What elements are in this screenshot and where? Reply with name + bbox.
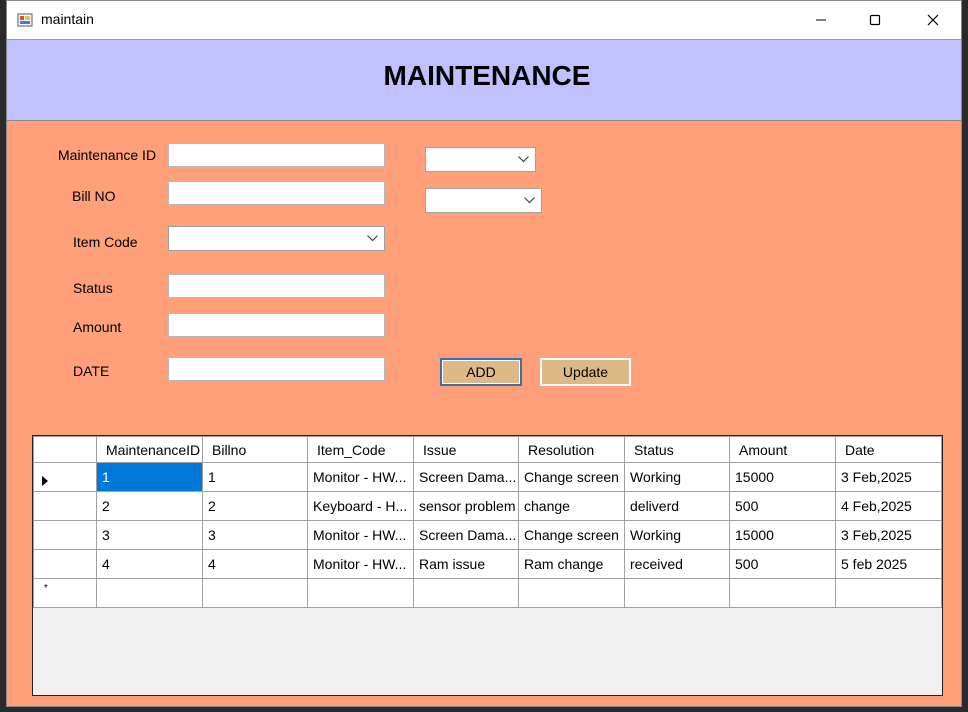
table-cell[interactable]: 15000 [729, 462, 836, 492]
table-cell[interactable]: 2 [96, 491, 203, 521]
column-header[interactable]: Billno [202, 436, 308, 463]
table-row[interactable]: 1 1 Monitor - HW... Screen Dama... Chang… [33, 462, 942, 492]
close-button[interactable] [910, 1, 956, 39]
maintenance-data-grid[interactable]: MaintenanceID Billno Item_Code Issue Res… [32, 435, 943, 696]
column-header[interactable]: Amount [729, 436, 836, 463]
table-row[interactable]: 3 3 Monitor - HW... Screen Dama... Chang… [33, 520, 942, 550]
table-cell[interactable]: 4 Feb,2025 [835, 491, 942, 521]
column-header[interactable]: Issue [413, 436, 519, 463]
close-icon [927, 14, 939, 26]
table-cell[interactable]: 4 [96, 549, 203, 579]
date-label: DATE [73, 363, 110, 379]
new-row-marker: * [44, 583, 48, 594]
table-cell[interactable]: sensor problem [413, 491, 519, 521]
row-header[interactable] [33, 462, 97, 492]
table-cell[interactable]: Ram issue [413, 549, 519, 579]
table-cell[interactable]: Working [624, 462, 730, 492]
table-cell[interactable] [413, 578, 519, 608]
maintenance-id-input[interactable] [168, 143, 385, 167]
new-row[interactable]: * [33, 578, 942, 608]
bill-no-label: Bill NO [72, 188, 116, 204]
table-cell[interactable] [835, 578, 942, 608]
page-title: MAINTENANCE [383, 60, 591, 91]
amount-label: Amount [73, 319, 122, 335]
maintenance-id-dropdown[interactable] [425, 147, 536, 172]
column-header[interactable]: MaintenanceID [96, 436, 203, 463]
item-code-dropdown[interactable] [168, 226, 385, 251]
table-cell[interactable]: Screen Dama... [413, 520, 519, 550]
table-cell[interactable]: Screen Dama... [413, 462, 519, 492]
table-cell[interactable]: 3 [202, 520, 308, 550]
status-label: Status [73, 280, 113, 296]
maintenance-table: MaintenanceID Billno Item_Code Issue Res… [33, 436, 942, 608]
table-cell[interactable]: 3 Feb,2025 [835, 520, 942, 550]
update-button[interactable]: Update [540, 358, 631, 386]
maintenance-id-label: Maintenance ID [58, 147, 157, 163]
table-row[interactable]: 2 2 Keyboard - H... sensor problem chang… [33, 491, 942, 521]
table-cell[interactable]: Working [624, 520, 730, 550]
table-cell[interactable]: 4 [202, 549, 308, 579]
header-panel: MAINTENANCE [7, 39, 961, 121]
table-cell[interactable] [518, 578, 625, 608]
status-input[interactable] [168, 274, 385, 298]
app-icon [17, 12, 33, 28]
column-header[interactable]: Status [624, 436, 730, 463]
table-cell[interactable] [624, 578, 730, 608]
table-cell[interactable] [307, 578, 414, 608]
table-cell[interactable]: Change screen [518, 462, 625, 492]
chevron-down-icon [518, 156, 529, 163]
table-cell[interactable]: received [624, 549, 730, 579]
current-row-icon [42, 473, 48, 489]
table-cell[interactable]: 500 [729, 491, 836, 521]
title-bar[interactable]: maintain [7, 1, 961, 39]
table-cell[interactable]: deliverd [624, 491, 730, 521]
minimize-icon [816, 19, 826, 21]
table-cell[interactable]: Monitor - HW... [307, 520, 414, 550]
table-cell[interactable]: change [518, 491, 625, 521]
table-cell[interactable]: Ram change [518, 549, 625, 579]
column-header[interactable]: Date [835, 436, 942, 463]
table-row[interactable]: 4 4 Monitor - HW... Ram issue Ram change… [33, 549, 942, 579]
table-cell[interactable]: 5 feb 2025 [835, 549, 942, 579]
minimize-button[interactable] [798, 1, 844, 39]
table-cell[interactable]: Monitor - HW... [307, 462, 414, 492]
amount-input[interactable] [168, 313, 385, 337]
table-cell[interactable] [202, 578, 308, 608]
table-cell[interactable]: 1 [96, 462, 203, 492]
form-panel: Maintenance ID Bill NO Item Code Status … [7, 121, 961, 706]
add-button[interactable]: ADD [440, 358, 522, 386]
table-cell[interactable]: 2 [202, 491, 308, 521]
bill-no-input[interactable] [168, 181, 385, 205]
chevron-down-icon [524, 197, 535, 204]
maximize-icon [869, 14, 881, 26]
date-input[interactable] [168, 357, 385, 381]
app-window: maintain MAINTENANCE Maintenance ID Bill… [6, 0, 962, 707]
table-cell[interactable]: 3 [96, 520, 203, 550]
table-cell[interactable]: 15000 [729, 520, 836, 550]
chevron-down-icon [367, 235, 378, 242]
table-cell[interactable]: 500 [729, 549, 836, 579]
column-header[interactable]: Resolution [518, 436, 625, 463]
table-cell[interactable]: 3 Feb,2025 [835, 462, 942, 492]
maximize-button[interactable] [852, 1, 898, 39]
table-cell[interactable] [729, 578, 836, 608]
table-header-row: MaintenanceID Billno Item_Code Issue Res… [33, 436, 942, 463]
table-cell[interactable]: 1 [202, 462, 308, 492]
row-header[interactable]: * [33, 578, 97, 608]
table-cell[interactable] [96, 578, 203, 608]
table-cell[interactable]: Monitor - HW... [307, 549, 414, 579]
window-title: maintain [41, 11, 94, 27]
row-header-corner [33, 436, 97, 463]
bill-no-dropdown[interactable] [425, 188, 542, 213]
row-header[interactable] [33, 491, 97, 521]
table-cell[interactable]: Change screen [518, 520, 625, 550]
table-cell[interactable]: Keyboard - H... [307, 491, 414, 521]
item-code-label: Item Code [73, 234, 138, 250]
row-header[interactable] [33, 549, 97, 579]
column-header[interactable]: Item_Code [307, 436, 414, 463]
row-header[interactable] [33, 520, 97, 550]
